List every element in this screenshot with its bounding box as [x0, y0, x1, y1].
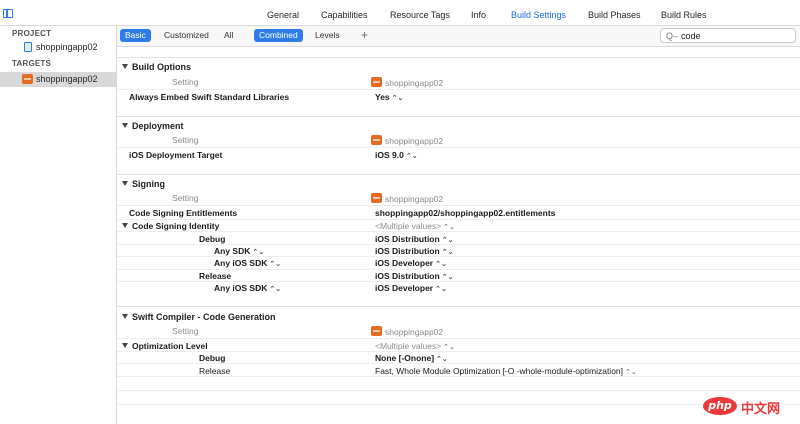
- disclosure-triangle-icon[interactable]: [122, 181, 128, 186]
- filter-customized-button[interactable]: Customized: [159, 29, 214, 42]
- setting-value[interactable]: Fast, Whole Module Optimization [-O -who…: [375, 366, 637, 376]
- setting-always-embed-swift[interactable]: Always Embed Swift Standard Libraries: [129, 92, 289, 102]
- search-input[interactable]: Q– code: [660, 28, 796, 43]
- setting-value[interactable]: iOS 9.0 ⌃⌄: [375, 150, 418, 160]
- build-settings-list: Build Options Setting shoppingapp02 Alwa…: [117, 47, 800, 424]
- app-target-icon: [371, 326, 382, 336]
- setting-value[interactable]: iOS Developer ⌃⌄: [375, 283, 447, 293]
- section-divider: [117, 306, 800, 307]
- add-setting-button[interactable]: +: [361, 28, 368, 42]
- setting-value[interactable]: <Multiple values> ⌃⌄: [375, 221, 455, 231]
- popup-stepper-icon: ⌃⌄: [441, 249, 454, 256]
- target-column-header: shoppingapp02: [371, 193, 443, 204]
- filter-basic-button[interactable]: Basic: [120, 29, 151, 42]
- sdk-condition-label[interactable]: Any iOS SDK ⌃⌄: [214, 258, 281, 268]
- target-column-header: shoppingapp02: [371, 77, 443, 88]
- app-target-icon: [22, 74, 33, 84]
- app-target-icon: [371, 193, 382, 203]
- popup-stepper-icon: ⌃⌄: [435, 286, 447, 293]
- popup-stepper-icon: ⌃⌄: [441, 237, 454, 244]
- sidebar-item-label: shoppingapp02: [36, 74, 98, 84]
- sidebar-item-label: shoppingapp02: [36, 42, 98, 52]
- setting-ios-deployment-target[interactable]: iOS Deployment Target: [129, 150, 222, 160]
- setting-column-header: Setting: [172, 77, 199, 87]
- popup-stepper-icon: ⌃⌄: [436, 356, 448, 363]
- filter-all-button[interactable]: All: [219, 29, 238, 42]
- sidebar-item-project[interactable]: shoppingapp02: [0, 40, 116, 55]
- app-target-icon: [371, 135, 382, 145]
- project-section-header: PROJECT: [12, 29, 52, 38]
- watermark-logo: php: [703, 397, 737, 415]
- tab-build-settings[interactable]: Build Settings: [511, 10, 566, 20]
- setting-column-header: Setting: [172, 193, 199, 203]
- config-debug-label[interactable]: Debug: [199, 234, 225, 244]
- setting-value[interactable]: shoppingapp02/shoppingapp02.entitlements: [375, 208, 555, 218]
- setting-value[interactable]: iOS Distribution ⌃⌄: [375, 234, 453, 244]
- popup-stepper-icon: ⌃⌄: [269, 286, 282, 293]
- disclosure-triangle-icon[interactable]: [122, 314, 128, 319]
- popup-stepper-icon: ⌃⌄: [443, 224, 455, 231]
- setting-column-header: Setting: [172, 326, 199, 336]
- setting-code-signing-identity[interactable]: Code Signing Identity: [122, 221, 219, 231]
- project-file-icon: [24, 42, 32, 52]
- setting-value[interactable]: iOS Developer ⌃⌄: [375, 258, 447, 268]
- project-navigator: PROJECT shoppingapp02 TARGETS shoppingap…: [0, 26, 117, 424]
- setting-optimization-level[interactable]: Optimization Level: [122, 341, 208, 351]
- targets-section-header: TARGETS: [12, 59, 52, 68]
- section-signing[interactable]: Signing: [122, 179, 165, 189]
- section-divider: [117, 116, 800, 117]
- popup-stepper-icon: ⌃⌄: [435, 261, 447, 268]
- section-swift-compiler-code-generation[interactable]: Swift Compiler - Code Generation: [122, 312, 276, 322]
- setting-code-signing-entitlements[interactable]: Code Signing Entitlements: [129, 208, 237, 218]
- setting-value[interactable]: Yes ⌃⌄: [375, 92, 403, 102]
- sidebar-item-target[interactable]: shoppingapp02: [0, 72, 116, 87]
- section-build-options[interactable]: Build Options: [122, 62, 191, 72]
- sidebar-toggle-icon[interactable]: [3, 9, 13, 18]
- popup-stepper-icon: ⌃⌄: [625, 369, 637, 376]
- target-column-header: shoppingapp02: [371, 135, 443, 146]
- php-cn-watermark: php 中文网: [703, 395, 795, 417]
- disclosure-triangle-icon[interactable]: [122, 123, 128, 128]
- view-levels-button[interactable]: Levels: [310, 29, 345, 42]
- disclosure-triangle-icon[interactable]: [122, 343, 128, 348]
- tab-build-rules[interactable]: Build Rules: [661, 10, 707, 20]
- app-target-icon: [371, 77, 382, 87]
- disclosure-triangle-icon[interactable]: [122, 223, 128, 228]
- popup-stepper-icon: ⌃⌄: [269, 261, 282, 268]
- tab-info[interactable]: Info: [471, 10, 486, 20]
- setting-value[interactable]: iOS Distribution ⌃⌄: [375, 271, 453, 281]
- section-divider: [117, 174, 800, 175]
- section-divider: [117, 57, 800, 58]
- build-settings-filter-bar: Basic Customized All Combined Levels + Q…: [117, 26, 800, 47]
- setting-column-header: Setting: [172, 135, 199, 145]
- sdk-condition-label[interactable]: Any iOS SDK ⌃⌄: [214, 283, 281, 293]
- watermark-text: 中文网: [741, 402, 781, 417]
- target-column-header: shoppingapp02: [371, 326, 443, 337]
- search-icon: Q–: [666, 31, 679, 41]
- config-release-label[interactable]: Release: [199, 271, 231, 281]
- section-deployment[interactable]: Deployment: [122, 121, 184, 131]
- sdk-condition-label[interactable]: Any SDK ⌃⌄: [214, 246, 264, 256]
- tab-general[interactable]: General: [267, 10, 299, 20]
- config-release-label[interactable]: Release: [199, 366, 230, 376]
- setting-value[interactable]: iOS Distribution ⌃⌄: [375, 246, 453, 256]
- disclosure-triangle-icon[interactable]: [122, 64, 128, 69]
- editor-tab-bar: General Capabilities Resource Tags Info …: [0, 0, 800, 26]
- setting-value[interactable]: <Multiple values> ⌃⌄: [375, 341, 455, 351]
- view-combined-button[interactable]: Combined: [254, 29, 303, 42]
- popup-stepper-icon: ⌃⌄: [391, 95, 404, 102]
- search-value: code: [681, 31, 701, 41]
- popup-stepper-icon: ⌃⌄: [405, 153, 418, 160]
- tab-capabilities[interactable]: Capabilities: [321, 10, 368, 20]
- tab-resource-tags[interactable]: Resource Tags: [390, 10, 450, 20]
- popup-stepper-icon: ⌃⌄: [252, 249, 265, 256]
- tab-build-phases[interactable]: Build Phases: [588, 10, 641, 20]
- setting-value[interactable]: None [-Onone] ⌃⌄: [375, 353, 448, 363]
- popup-stepper-icon: ⌃⌄: [443, 344, 455, 351]
- popup-stepper-icon: ⌃⌄: [441, 274, 454, 281]
- config-debug-label[interactable]: Debug: [199, 353, 225, 363]
